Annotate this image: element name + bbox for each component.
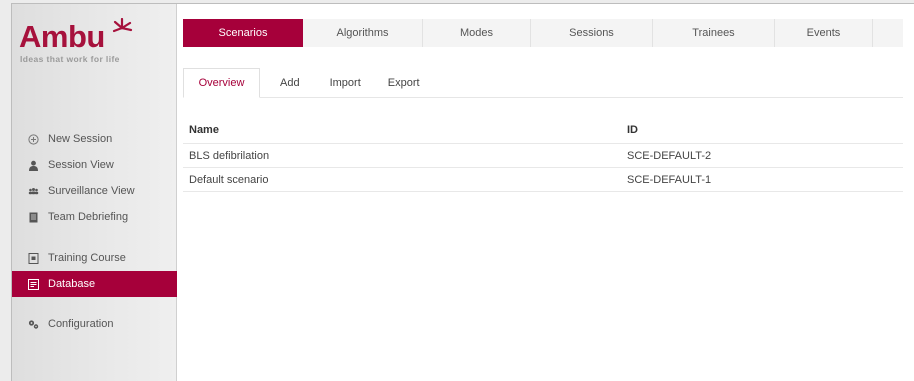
logo-wordmark: Ambu [19,19,105,54]
cell-name: BLS defibrilation [189,149,270,162]
ambu-logo: Ambu Ideas that work for life [19,18,169,68]
tab-sessions[interactable]: Sessions [531,19,653,47]
sidebar-nav: New Session Session View Surveillance Vi… [12,126,177,337]
sidebar: Ambu Ideas that work for life New Sessio… [12,4,177,381]
tab-trainees[interactable]: Trainees [653,19,775,47]
database-icon [28,278,39,290]
logo-tagline: Ideas that work for life [20,54,120,64]
sidebar-item-label: Configuration [48,318,114,330]
tab-algorithms[interactable]: Algorithms [303,19,423,47]
plus-circle-icon [28,133,39,145]
sidebar-item-label: Database [48,278,96,290]
sidebar-item-label: Training Course [48,252,126,264]
sidebar-item-surveillance-view[interactable]: Surveillance View [12,178,177,204]
main-tabs: Scenarios Algorithms Modes Sessions Trai… [183,19,903,47]
app-window: Ambu Ideas that work for life New Sessio… [11,3,914,381]
document-icon [28,212,39,223]
course-icon [28,252,39,264]
logo-star-icon [112,18,133,33]
tab-events[interactable]: Events [775,19,873,47]
column-header-name[interactable]: Name [183,124,627,136]
sidebar-item-new-session[interactable]: New Session [12,126,177,152]
sidebar-item-team-debriefing[interactable]: Team Debriefing [12,204,177,230]
tab-overflow [873,19,903,47]
subtab-export[interactable]: Export [374,68,432,98]
sidebar-item-label: New Session [48,133,113,145]
cell-name: Default scenario [189,173,269,186]
subtab-overview[interactable]: Overview [183,68,260,98]
table-row[interactable]: Default scenario SCE-DEFAULT-1 [183,168,903,192]
sidebar-item-label: Session View [48,159,114,171]
group-icon [28,186,39,197]
sidebar-item-label: Surveillance View [48,185,135,197]
cell-id: SCE-DEFAULT-2 [627,149,712,162]
sidebar-item-label: Team Debriefing [48,211,129,223]
gears-icon [28,319,39,330]
cell-id: SCE-DEFAULT-1 [627,173,712,186]
person-icon [28,160,39,171]
table-header: Name ID [183,116,903,144]
subtab-import[interactable]: Import [314,68,374,98]
scenarios-table: Name ID BLS defibrilation SCE-DEFAULT-2 … [183,116,903,192]
subtab-add[interactable]: Add [260,68,314,98]
table-row[interactable]: BLS defibrilation SCE-DEFAULT-2 [183,144,903,168]
tab-modes[interactable]: Modes [423,19,531,47]
sidebar-item-database[interactable]: Database [12,271,177,297]
sub-tabs: Overview Add Import Export [183,68,432,98]
sidebar-item-training-course[interactable]: Training Course [12,245,177,271]
sidebar-item-configuration[interactable]: Configuration [12,311,177,337]
column-header-id[interactable]: ID [627,124,903,136]
tab-scenarios[interactable]: Scenarios [183,19,303,47]
sidebar-item-session-view[interactable]: Session View [12,152,177,178]
